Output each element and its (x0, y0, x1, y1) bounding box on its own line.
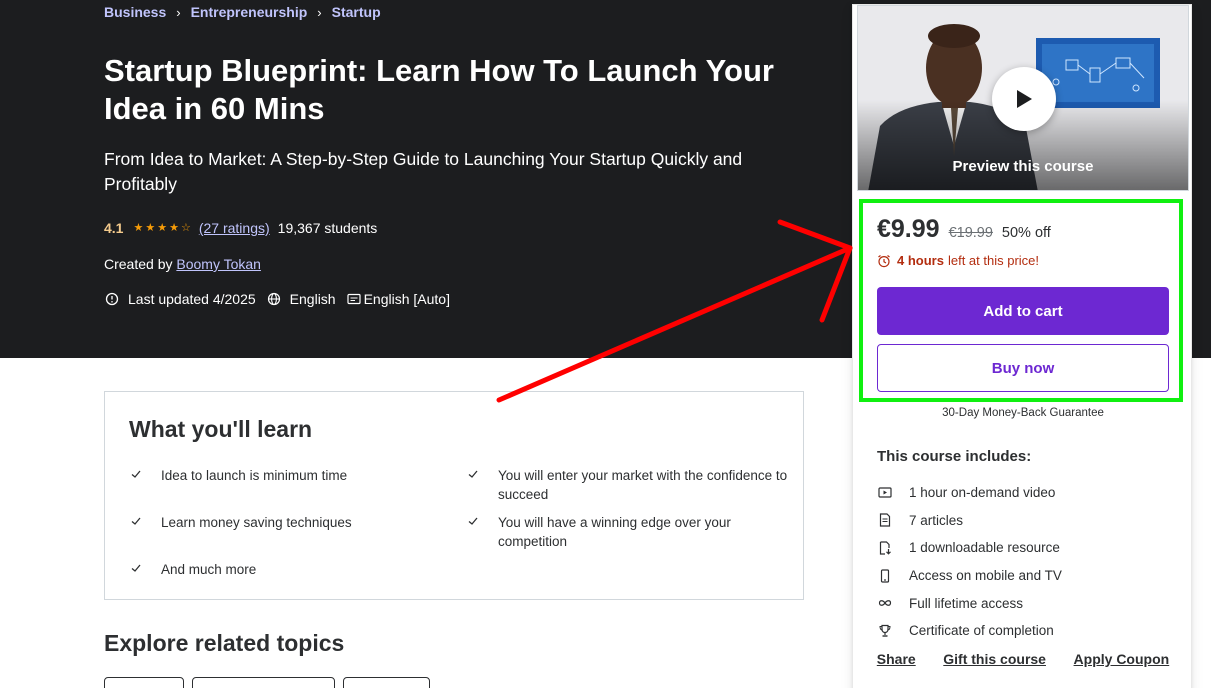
ratings-count-link[interactable]: (27 ratings) (199, 220, 270, 236)
price-block: €9.99 €19.99 50% off (877, 215, 1051, 244)
original-price: €19.99 (948, 225, 993, 241)
play-icon (1017, 90, 1032, 108)
language: English (266, 291, 336, 307)
explore-related-topics-title: Explore related topics (104, 630, 345, 656)
star-icon: ★ (133, 222, 144, 234)
apply-coupon-link[interactable]: Apply Coupon (1074, 651, 1170, 667)
instructor-link[interactable]: Boomy Tokan (176, 256, 261, 272)
learn-title: What you'll learn (129, 416, 313, 442)
check-icon (468, 470, 478, 478)
include-item: Access on mobile and TV (877, 562, 1062, 590)
gift-course-link[interactable]: Gift this course (943, 651, 1046, 667)
include-item: 1 downloadable resource (877, 534, 1062, 562)
preview-label[interactable]: Preview this course (858, 158, 1188, 175)
created-by-row: Created by Boomy Tokan (104, 256, 261, 272)
learn-item-text: You will enter your market with the conf… (498, 468, 788, 502)
trophy-icon (877, 623, 893, 639)
meta-row: Last updated 4/2025 English English [Aut… (104, 291, 460, 307)
chevron-right-icon: › (317, 4, 322, 20)
topic-chip[interactable] (104, 677, 184, 688)
course-includes-list: 1 hour on-demand video 7 articles 1 down… (877, 479, 1062, 645)
check-icon (468, 517, 478, 525)
include-item-label: 1 downloadable resource (909, 540, 1060, 556)
include-item-label: Full lifetime access (909, 595, 1024, 611)
course-subtitle: From Idea to Market: A Step-by-Step Guid… (104, 149, 743, 194)
include-item-label: Certificate of completion (909, 623, 1054, 639)
learn-item: And much more (131, 560, 461, 579)
last-updated: Last updated 4/2025 (104, 291, 256, 307)
check-icon (131, 564, 141, 572)
course-preview[interactable]: Preview this course (857, 5, 1189, 191)
price-timer: 4 hours left at this price! (877, 253, 1039, 268)
rating-value: 4.1 (104, 220, 124, 236)
breadcrumb-entrepreneurship[interactable]: Entrepreneurship (191, 4, 308, 20)
alarm-clock-icon (878, 254, 890, 267)
learn-item-text: Learn money saving techniques (161, 515, 352, 530)
include-item: Full lifetime access (877, 589, 1062, 617)
rating-row: 4.1 ★ ★ ★ ★ ☆ (27 ratings) 19,367 studen… (104, 220, 377, 236)
money-back-guarantee: 30-Day Money-Back Guarantee (942, 407, 1104, 419)
learn-item-text: And much more (161, 562, 257, 577)
topic-chip[interactable] (343, 677, 430, 688)
card-links: Share Gift this course Apply Coupon (853, 651, 1193, 667)
course-includes-title: This course includes: (877, 448, 1032, 465)
include-item: 7 articles (877, 507, 1062, 535)
buy-now-button[interactable]: Buy now (877, 344, 1169, 392)
check-icon (131, 470, 141, 478)
timer-text: left at this price! (947, 253, 1040, 268)
learn-item-text: You will have a winning edge over your c… (498, 515, 731, 549)
last-updated-text: Last updated 4/2025 (128, 291, 256, 307)
globe-icon (266, 291, 282, 307)
download-file-icon (877, 540, 893, 556)
closed-captions-icon (346, 291, 362, 307)
star-icon: ★ (169, 222, 179, 234)
discount-percent: 50% off (1001, 225, 1051, 241)
purchase-card: Preview this course €9.99 €19.99 50% off… (852, 4, 1192, 688)
star-icon: ★ (145, 222, 156, 234)
current-price: €9.99 (877, 215, 940, 243)
play-button[interactable] (992, 67, 1056, 131)
include-item: Certificate of completion (877, 617, 1062, 645)
include-item: 1 hour on-demand video (877, 479, 1062, 507)
breadcrumb: Business › Entrepreneurship › Startup (104, 4, 381, 20)
captions: English [Auto] (346, 291, 450, 307)
infinity-icon (877, 595, 893, 611)
chevron-right-icon: › (176, 4, 181, 20)
what-youll-learn-box: What you'll learn Idea to launch is mini… (104, 391, 804, 600)
add-to-cart-button[interactable]: Add to cart (877, 287, 1169, 335)
article-icon (877, 512, 893, 528)
breadcrumb-startup[interactable]: Startup (332, 4, 381, 20)
include-item-label: Access on mobile and TV (909, 568, 1062, 584)
include-item-label: 1 hour on-demand video (909, 485, 1056, 501)
course-title: Startup Blueprint: Learn How To Launch Y… (104, 53, 774, 126)
topic-chip[interactable] (192, 677, 335, 688)
star-icon: ★ (157, 222, 168, 234)
include-item-label: 7 articles (909, 512, 964, 528)
learn-item-text: Idea to launch is minimum time (161, 468, 348, 483)
created-by-label: Created by (104, 256, 173, 272)
students-count: 19,367 students (277, 220, 378, 236)
alert-badge-icon (104, 291, 120, 307)
learn-item: You will enter your market with the conf… (468, 466, 788, 504)
captions-text: English [Auto] (363, 291, 450, 307)
star-outline-icon: ☆ (180, 222, 191, 234)
check-icon (131, 517, 141, 525)
timer-hours: 4 hours (897, 253, 944, 268)
share-link[interactable]: Share (877, 651, 916, 667)
mobile-icon (877, 568, 893, 584)
video-icon (877, 485, 893, 501)
learn-item: You will have a winning edge over your c… (468, 513, 788, 551)
star-rating: ★ ★ ★ ★ ☆ (133, 221, 190, 235)
course-page: Business › Entrepreneurship › Startup St… (0, 0, 1211, 688)
language-text: English (289, 291, 336, 307)
learn-item: Learn money saving techniques (131, 513, 461, 532)
breadcrumb-business[interactable]: Business (104, 4, 166, 20)
learn-item: Idea to launch is minimum time (131, 466, 461, 485)
